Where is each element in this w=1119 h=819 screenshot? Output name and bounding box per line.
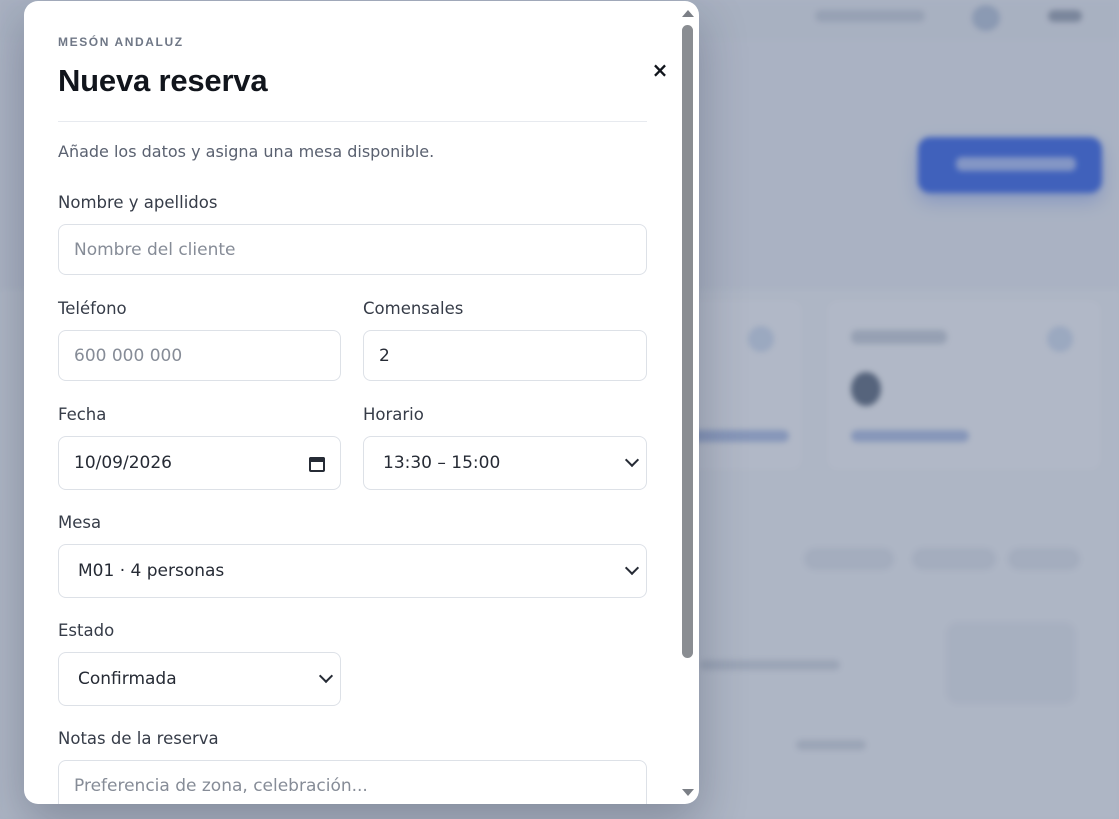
table-select-value: M01 · 4 personas: [78, 561, 225, 581]
scroll-down-arrow-icon[interactable]: [682, 789, 694, 796]
time-label: Horario: [363, 405, 424, 424]
status-select[interactable]: Confirmada: [58, 652, 341, 706]
new-reservation-modal: MESÓN ANDALUZ Nueva reserva × Añade los …: [24, 1, 699, 804]
scrollbar-thumb[interactable]: [682, 25, 693, 658]
modal-content: MESÓN ANDALUZ Nueva reserva × Añade los …: [58, 1, 668, 804]
close-icon: ×: [651, 58, 669, 82]
status-select-value: Confirmada: [78, 669, 177, 689]
guests-label: Comensales: [363, 299, 464, 318]
scroll-up-arrow-icon[interactable]: [682, 10, 694, 17]
guests-input[interactable]: [363, 330, 647, 381]
table-select[interactable]: M01 · 4 personas: [58, 544, 647, 598]
table-label: Mesa: [58, 513, 102, 532]
date-value: 10/09/2026: [74, 453, 172, 473]
time-select-value: 13:30 – 15:00: [383, 453, 501, 473]
restaurant-name: MESÓN ANDALUZ: [58, 35, 184, 49]
notes-textarea[interactable]: Preferencia de zona, celebración...: [58, 760, 647, 804]
name-input[interactable]: [58, 224, 647, 275]
modal-scrollbar[interactable]: [678, 1, 698, 804]
notes-label: Notas de la reserva: [58, 729, 219, 748]
date-label: Fecha: [58, 405, 107, 424]
modal-subtitle: Añade los datos y asigna una mesa dispon…: [58, 142, 435, 161]
chevron-down-icon: [624, 560, 640, 576]
modal-title: Nueva reserva: [58, 63, 268, 98]
calendar-icon[interactable]: [309, 455, 325, 472]
close-button[interactable]: ×: [644, 57, 676, 83]
chevron-down-icon: [318, 668, 334, 684]
status-label: Estado: [58, 621, 115, 640]
name-label: Nombre y apellidos: [58, 193, 218, 212]
date-input[interactable]: 10/09/2026: [58, 436, 341, 490]
notes-placeholder: Preferencia de zona, celebración...: [74, 776, 368, 796]
chevron-down-icon: [624, 452, 640, 468]
phone-label: Teléfono: [58, 299, 127, 318]
time-select[interactable]: 13:30 – 15:00: [363, 436, 647, 490]
header-divider: [58, 121, 647, 122]
phone-input[interactable]: [58, 330, 341, 381]
